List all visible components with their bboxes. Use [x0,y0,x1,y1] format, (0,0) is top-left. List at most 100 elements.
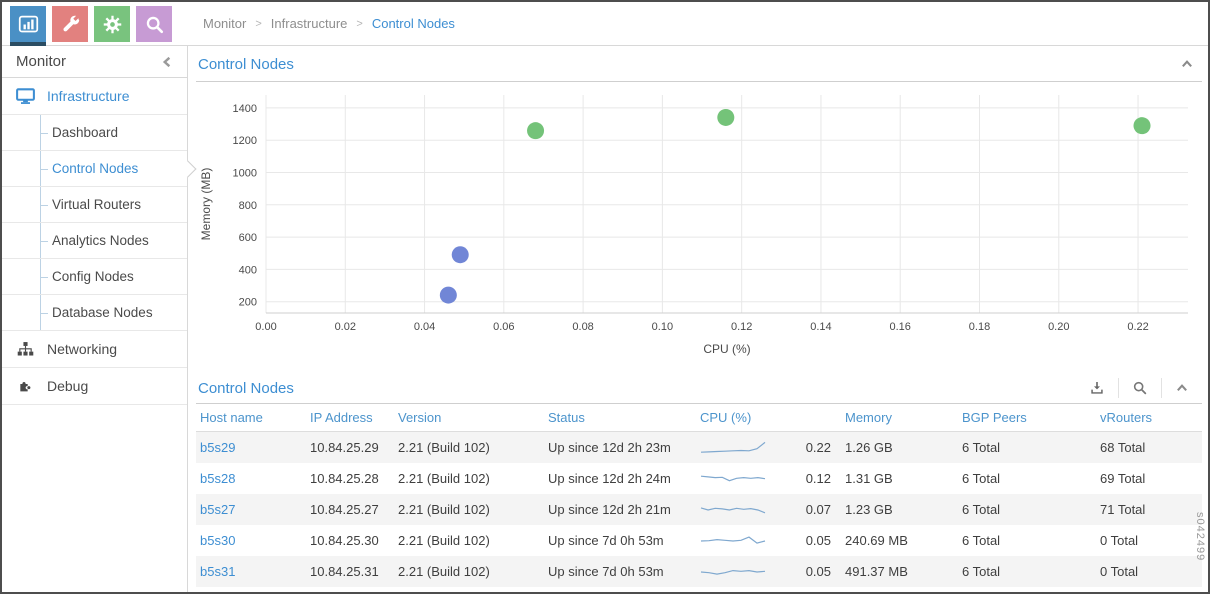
table-title: Control Nodes [198,379,294,397]
table-row[interactable]: b5s27 10.84.25.27 2.21 (Build 102) Up since… [196,494,1202,525]
sidebar-collapse-button[interactable] [161,55,174,69]
sidebar-title: Monitor [16,53,67,70]
column-header-vrouters[interactable]: vRouters [1100,410,1202,425]
svg-text:0.14: 0.14 [810,321,831,333]
host-link[interactable]: b5s29 [200,440,310,455]
table-toolbar [1076,378,1202,398]
column-header-memory[interactable]: Memory [845,410,962,425]
version-cell: 2.21 (Build 102) [398,564,490,579]
svg-text:1000: 1000 [233,168,257,180]
svg-text:0.16: 0.16 [890,321,911,333]
memory-cell: 1.23 GB [845,502,893,517]
column-header-cpu-[interactable]: CPU (%) [700,410,845,425]
bgp-peers-cell: 6 Total [962,440,1001,455]
sidebar-item-label: Infrastructure [47,88,130,104]
breadcrumb-separator: > [356,17,363,30]
breadcrumb-item-infrastructure[interactable]: Infrastructure [271,16,348,31]
sidebar-item-debug[interactable]: Debug [2,368,187,405]
sidebar-subitem-label: Analytics Nodes [52,233,149,248]
svg-text:400: 400 [239,264,257,276]
download-button[interactable] [1076,378,1118,398]
ip-address-cell: 10.84.25.30 [310,533,379,548]
table-row[interactable]: b5s29 10.84.25.29 2.21 (Build 102) Up since… [196,432,1202,463]
svg-text:1200: 1200 [233,135,257,147]
sidebar-item-infrastructure[interactable]: Infrastructure [2,78,187,115]
vrouters-cell: 68 Total [1100,440,1146,455]
column-header-version[interactable]: Version [398,410,548,425]
sidebar-item-database-nodes[interactable]: Database Nodes [2,295,187,331]
svg-text:1400: 1400 [233,103,257,115]
host-link[interactable]: b5s30 [200,533,310,548]
sidebar-item-config-nodes[interactable]: Config Nodes [2,259,187,295]
bgp-peers-cell: 6 Total [962,502,1001,517]
table-search-button[interactable] [1118,378,1161,398]
host-link[interactable]: b5s27 [200,502,310,517]
breadcrumb-separator: > [255,17,262,30]
settings-tab-button[interactable] [94,6,130,42]
svg-text:CPU (%): CPU (%) [703,342,750,356]
svg-text:600: 600 [239,232,257,244]
monitor-tab-button[interactable] [10,6,46,46]
svg-text:0.02: 0.02 [335,321,356,333]
host-link[interactable]: b5s28 [200,471,310,486]
download-icon [1091,382,1103,394]
status-cell: Up since 12d 2h 23m [548,440,671,455]
sitemap-icon [15,341,35,358]
column-header-bgp-peers[interactable]: BGP Peers [962,410,1100,425]
scatter-point-b5s29[interactable] [1133,117,1151,135]
scatter-point-b5s28[interactable] [717,108,735,126]
svg-text:800: 800 [239,200,257,212]
toolbar [2,2,188,46]
cpu-sparkline [700,441,766,453]
svg-text:0.22: 0.22 [1127,321,1148,333]
table-row[interactable]: b5s28 10.84.25.28 2.21 (Build 102) Up since… [196,463,1202,494]
table-collapse-button[interactable] [1161,378,1202,398]
ip-address-cell: 10.84.25.31 [310,564,379,579]
sidebar-item-virtual-routers[interactable]: Virtual Routers [2,187,187,223]
cpu-sparkline [700,475,766,481]
sidebar-item-label: Networking [47,341,118,357]
memory-cell: 240.69 MB [845,533,908,548]
cpu-value: 0.05 [805,533,831,548]
version-cell: 2.21 (Build 102) [398,440,490,455]
app-window: Monitor > Infrastructure > Control Nodes Mon… [0,0,1210,594]
svg-text:0.00: 0.00 [255,321,276,333]
bgp-peers-cell: 6 Total [962,533,1001,548]
breadcrumb-item-monitor[interactable]: Monitor [203,16,246,31]
configure-tab-button[interactable] [52,6,88,42]
sidebar-item-dashboard[interactable]: Dashboard [2,115,187,151]
table-row[interactable]: b5s31 10.84.25.31 2.21 (Build 102) Up since… [196,556,1202,587]
host-link[interactable]: b5s31 [200,564,310,579]
status-cell: Up since 12d 2h 21m [548,502,671,517]
column-header-ip-address[interactable]: IP Address [310,410,398,425]
watermark-label: s042499 [1194,512,1206,562]
breadcrumb-item-control-nodes[interactable]: Control Nodes [372,16,455,31]
scatter-point-b5s31[interactable] [451,246,469,264]
cpu-cell: 0.05 [700,564,845,580]
gear-icon [102,14,123,35]
bgp-peers-cell: 6 Total [962,471,1001,486]
query-tab-button[interactable] [136,6,172,42]
control-nodes-table-section: Control Nodes Host name IP Address Versi… [196,378,1202,587]
sidebar-item-control-nodes[interactable]: Control Nodes [2,151,197,187]
main-panel: Control Nodes 0.00 0.02 0.04 0.06 0.08 0.10 0.… [188,46,1208,592]
version-cell: 2.21 (Build 102) [398,471,490,486]
ip-address-cell: 10.84.25.28 [310,471,379,486]
cpu-cell: 0.22 [700,440,845,456]
scatter-point-b5s30[interactable] [439,286,457,304]
table-header-bar: Control Nodes [196,378,1202,404]
table-column-headers: Host name IP Address Version Status CPU (%) M… [196,404,1202,432]
vrouters-cell: 0 Total [1100,564,1139,579]
column-header-status[interactable]: Status [548,410,700,425]
sidebar-item-networking[interactable]: Networking [2,331,187,368]
cpu-memory-scatter-chart: 0.00 0.02 0.04 0.06 0.08 0.10 0.12 0.14 0.16 0.18… [196,87,1208,364]
svg-text:Memory (MB): Memory (MB) [199,168,213,241]
scatter-point-b5s27[interactable] [527,122,545,140]
memory-cell: 1.26 GB [845,440,893,455]
table-row[interactable]: b5s30 10.84.25.30 2.21 (Build 102) Up since… [196,525,1202,556]
sidebar-item-analytics-nodes[interactable]: Analytics Nodes [2,223,187,259]
svg-text:0.10: 0.10 [652,321,673,333]
column-header-host-name[interactable]: Host name [200,410,310,425]
panel-collapse-button[interactable] [1180,58,1194,71]
chevron-up-icon [1182,60,1192,68]
